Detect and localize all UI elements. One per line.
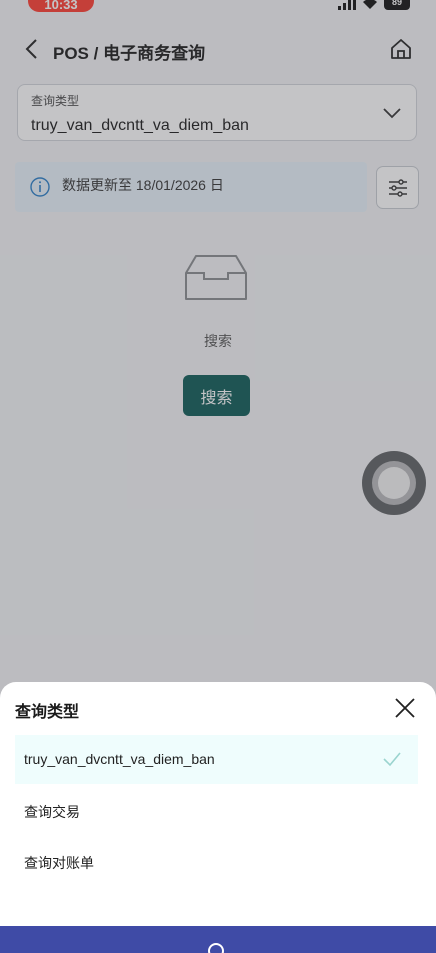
sheet-option-statements[interactable]: 查询对账单 <box>15 839 418 888</box>
option-label: 查询对账单 <box>24 855 94 871</box>
close-icon[interactable] <box>394 697 416 719</box>
option-label: truy_van_dvcntt_va_diem_ban <box>24 751 215 767</box>
sheet-option-transactions[interactable]: 查询交易 <box>15 788 418 837</box>
query-type-sheet: 查询类型 truy_van_dvcntt_va_diem_ban 查询交易 查询… <box>0 682 436 953</box>
bottom-bar <box>0 926 436 953</box>
check-icon <box>383 752 401 767</box>
option-label: 查询交易 <box>24 804 80 820</box>
search-icon[interactable] <box>206 941 226 953</box>
sheet-title: 查询类型 <box>15 704 80 721</box>
sheet-option-truy-van[interactable]: truy_van_dvcntt_va_diem_ban <box>15 735 418 784</box>
